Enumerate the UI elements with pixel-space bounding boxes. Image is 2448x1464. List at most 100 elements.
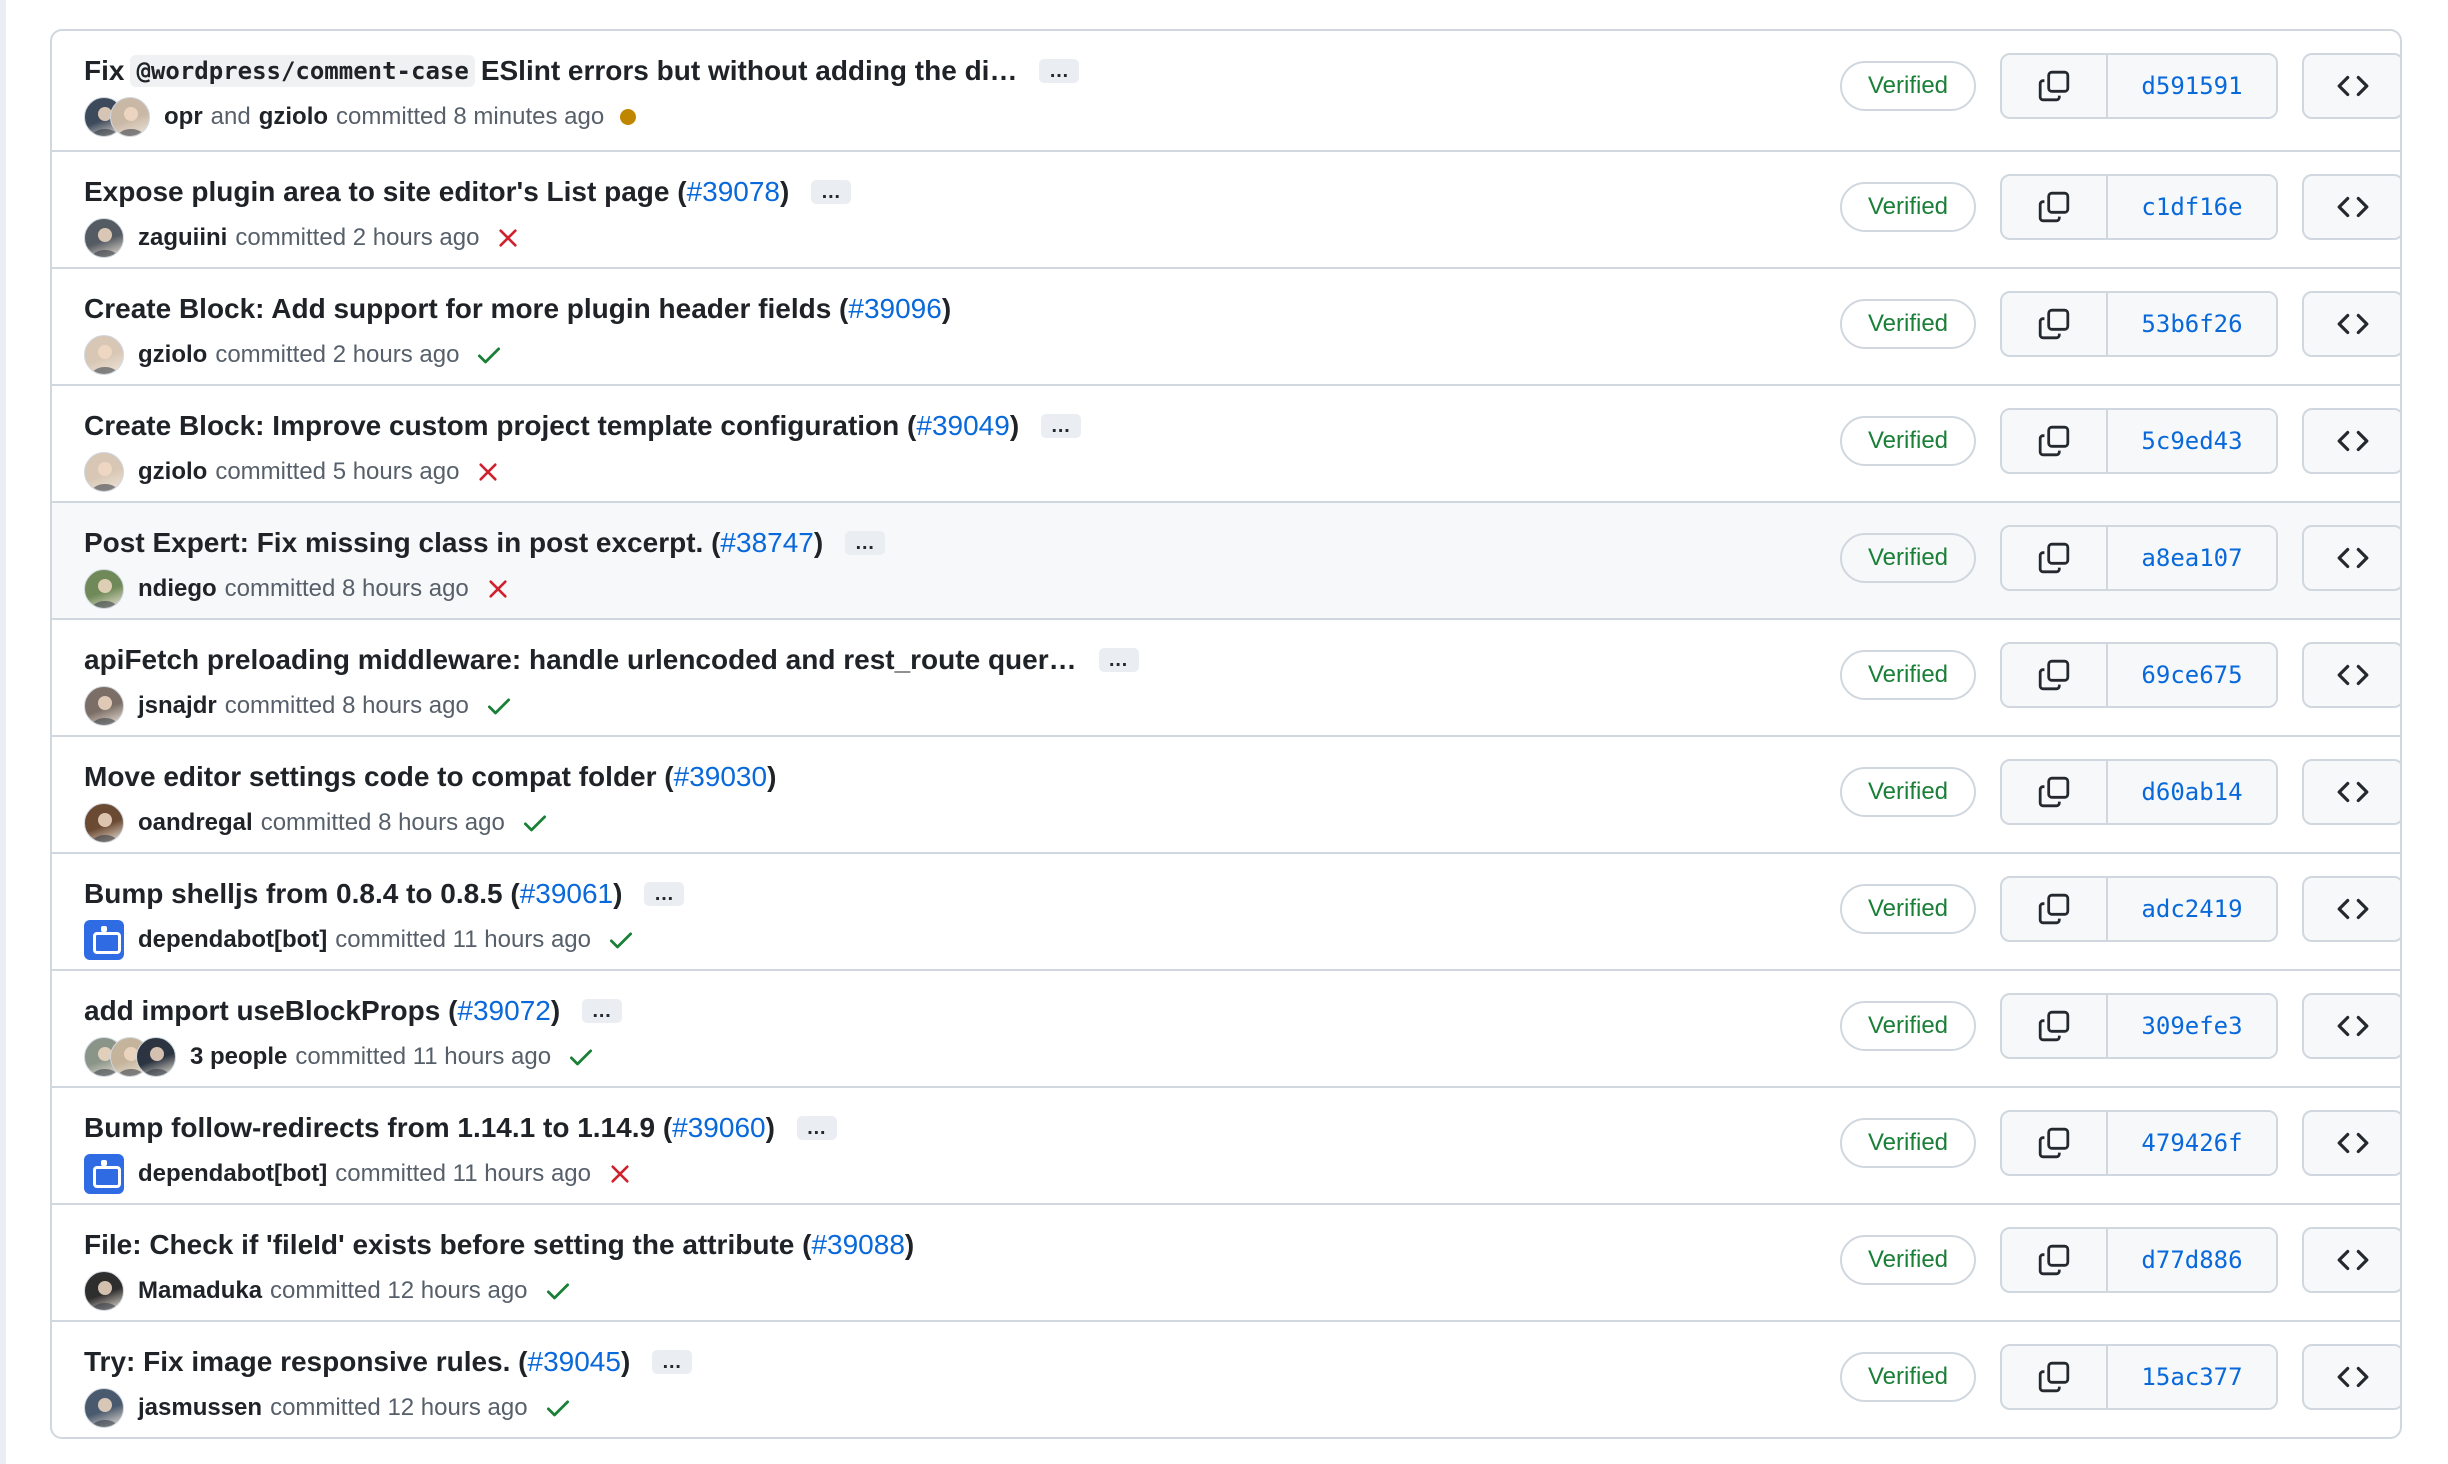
verified-badge[interactable]: Verified xyxy=(1840,1235,1976,1285)
commit-sha-link[interactable]: 15ac377 xyxy=(2108,1346,2276,1408)
commit-message[interactable]: ) xyxy=(814,527,823,559)
pr-link[interactable]: #39088 xyxy=(811,1229,904,1261)
verified-badge[interactable]: Verified xyxy=(1840,884,1976,934)
avatar[interactable] xyxy=(84,1271,124,1311)
commit-message[interactable]: Bump shelljs from 0.8.4 to 0.8.5 ( xyxy=(84,878,520,910)
browse-repo-button[interactable] xyxy=(2302,525,2400,591)
expand-message-button[interactable]: … xyxy=(796,1116,837,1140)
commit-message[interactable]: ) xyxy=(767,761,776,793)
commit-sha-link[interactable]: adc2419 xyxy=(2108,878,2276,940)
pr-link[interactable]: #38747 xyxy=(720,527,813,559)
verified-badge[interactable]: Verified xyxy=(1840,650,1976,700)
avatar[interactable] xyxy=(136,1037,176,1077)
copy-sha-button[interactable] xyxy=(2002,1112,2108,1174)
commit-sha-link[interactable]: a8ea107 xyxy=(2108,527,2276,589)
author-link[interactable]: jsnajdr xyxy=(138,692,217,720)
commit-message[interactable]: ) xyxy=(551,995,560,1027)
status-fail[interactable] xyxy=(485,576,511,602)
verified-badge[interactable]: Verified xyxy=(1840,182,1976,232)
pr-link[interactable]: #39072 xyxy=(457,995,550,1027)
pr-link[interactable]: #39096 xyxy=(848,293,941,325)
expand-message-button[interactable]: … xyxy=(652,1350,693,1374)
verified-badge[interactable]: Verified xyxy=(1840,299,1976,349)
avatar[interactable] xyxy=(84,452,124,492)
commit-sha-link[interactable]: 5c9ed43 xyxy=(2108,410,2276,472)
commit-message[interactable]: ) xyxy=(766,1112,775,1144)
avatar[interactable] xyxy=(84,218,124,258)
status-ok[interactable] xyxy=(521,809,549,837)
commit-sha-link[interactable]: d60ab14 xyxy=(2108,761,2276,823)
commit-message[interactable]: ) xyxy=(942,293,951,325)
avatar[interactable] xyxy=(84,569,124,609)
copy-sha-button[interactable] xyxy=(2002,410,2108,472)
verified-badge[interactable]: Verified xyxy=(1840,767,1976,817)
commit-message[interactable]: Fix xyxy=(84,55,124,87)
author-link[interactable]: ndiego xyxy=(138,575,217,603)
browse-repo-button[interactable] xyxy=(2302,993,2400,1059)
commit-message[interactable]: Bump follow-redirects from 1.14.1 to 1.1… xyxy=(84,1112,672,1144)
status-pending[interactable] xyxy=(620,109,637,125)
browse-repo-button[interactable] xyxy=(2302,642,2400,708)
browse-repo-button[interactable] xyxy=(2302,174,2400,240)
commit-message[interactable]: ) xyxy=(613,878,622,910)
pr-link[interactable]: #39061 xyxy=(520,878,613,910)
pr-link[interactable]: #39060 xyxy=(672,1112,765,1144)
status-fail[interactable] xyxy=(607,1161,633,1187)
browse-repo-button[interactable] xyxy=(2302,408,2400,474)
copy-sha-button[interactable] xyxy=(2002,995,2108,1057)
author-link[interactable]: 3 people xyxy=(190,1043,287,1071)
author-link[interactable]: dependabot[bot] xyxy=(138,926,327,954)
dependabot-avatar[interactable] xyxy=(84,1154,124,1194)
author-link[interactable]: zaguiini xyxy=(138,224,227,252)
expand-message-button[interactable]: … xyxy=(1041,414,1082,438)
status-ok[interactable] xyxy=(607,926,635,954)
status-ok[interactable] xyxy=(475,341,503,369)
verified-badge[interactable]: Verified xyxy=(1840,61,1976,111)
status-ok[interactable] xyxy=(567,1043,595,1071)
status-ok[interactable] xyxy=(544,1277,572,1305)
commit-sha-link[interactable]: 309efe3 xyxy=(2108,995,2276,1057)
dependabot-avatar[interactable] xyxy=(84,920,124,960)
status-ok[interactable] xyxy=(544,1394,572,1422)
expand-message-button[interactable]: … xyxy=(582,999,623,1023)
browse-repo-button[interactable] xyxy=(2302,759,2400,825)
expand-message-button[interactable]: … xyxy=(1039,59,1080,83)
avatar[interactable] xyxy=(84,686,124,726)
commit-sha-link[interactable]: c1df16e xyxy=(2108,176,2276,238)
author-link[interactable]: oandregal xyxy=(138,809,253,837)
commit-message[interactable]: ) xyxy=(621,1346,630,1378)
author-link[interactable]: gziolo xyxy=(259,103,328,131)
commit-message[interactable]: Post Expert: Fix missing class in post e… xyxy=(84,527,720,559)
copy-sha-button[interactable] xyxy=(2002,1346,2108,1408)
copy-sha-button[interactable] xyxy=(2002,878,2108,940)
copy-sha-button[interactable] xyxy=(2002,527,2108,589)
browse-repo-button[interactable] xyxy=(2302,1344,2400,1410)
status-fail[interactable] xyxy=(475,459,501,485)
copy-sha-button[interactable] xyxy=(2002,1229,2108,1291)
avatar[interactable] xyxy=(84,1388,124,1428)
copy-sha-button[interactable] xyxy=(2002,644,2108,706)
expand-message-button[interactable]: … xyxy=(1098,648,1139,672)
commit-message[interactable]: Move editor settings code to compat fold… xyxy=(84,761,674,793)
commit-sha-link[interactable]: 479426f xyxy=(2108,1112,2276,1174)
commit-message[interactable]: Create Block: Add support for more plugi… xyxy=(84,293,848,325)
commit-message[interactable]: add import useBlockProps ( xyxy=(84,995,457,1027)
author-link[interactable]: dependabot[bot] xyxy=(138,1160,327,1188)
pr-link[interactable]: #39078 xyxy=(687,176,780,208)
pr-link[interactable]: #39045 xyxy=(528,1346,621,1378)
author-link[interactable]: gziolo xyxy=(138,341,207,369)
status-fail[interactable] xyxy=(495,225,521,251)
author-link[interactable]: opr xyxy=(164,103,203,131)
expand-message-button[interactable]: … xyxy=(845,531,886,555)
verified-badge[interactable]: Verified xyxy=(1840,416,1976,466)
author-link[interactable]: Mamaduka xyxy=(138,1277,262,1305)
copy-sha-button[interactable] xyxy=(2002,55,2108,117)
commit-message[interactable]: Create Block: Improve custom project tem… xyxy=(84,410,916,442)
commit-message[interactable]: ) xyxy=(905,1229,914,1261)
commit-sha-link[interactable]: 69ce675 xyxy=(2108,644,2276,706)
copy-sha-button[interactable] xyxy=(2002,761,2108,823)
commit-message[interactable]: ) xyxy=(1010,410,1019,442)
commit-sha-link[interactable]: d591591 xyxy=(2108,55,2276,117)
status-ok[interactable] xyxy=(485,692,513,720)
expand-message-button[interactable]: … xyxy=(811,180,852,204)
